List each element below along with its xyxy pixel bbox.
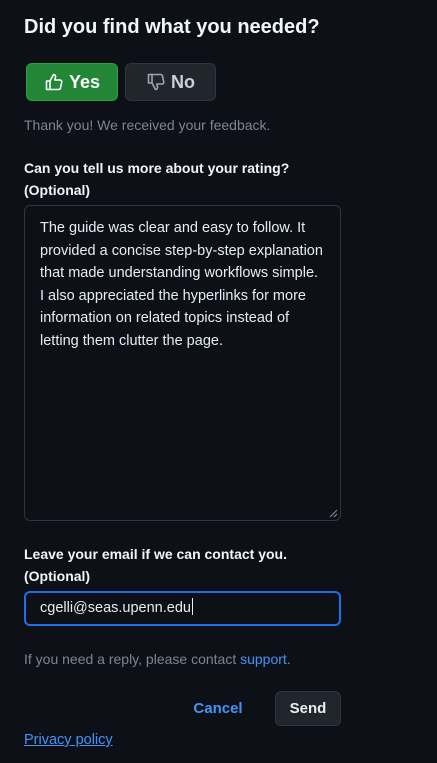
email-input[interactable]: cgelli@seas.upenn.edu — [24, 591, 341, 626]
thumbs-down-icon — [147, 73, 165, 91]
rating-comment-label: Can you tell us more about your rating? … — [24, 157, 289, 201]
feedback-panel: Did you find what you needed? Yes No Tha… — [0, 0, 437, 763]
feedback-title: Did you find what you needed? — [24, 16, 320, 38]
no-label: No — [171, 71, 195, 92]
cancel-button[interactable]: Cancel — [182, 691, 254, 726]
text-caret — [191, 598, 193, 615]
resize-handle-icon[interactable] — [328, 508, 338, 518]
send-button[interactable]: Send — [275, 691, 341, 726]
support-link[interactable]: support — [240, 651, 287, 667]
email-value: cgelli@seas.upenn.edu — [40, 600, 191, 616]
email-optional: (Optional) — [24, 568, 91, 584]
email-label-text: Leave your email if we can contact you. — [24, 546, 287, 562]
rating-comment-label-text: Can you tell us more about your rating? — [24, 160, 290, 176]
thumbs-up-icon — [45, 73, 63, 91]
yes-button[interactable]: Yes — [26, 63, 118, 101]
reply-note-suffix: . — [286, 651, 291, 667]
rating-comment-optional: (Optional) — [24, 182, 91, 198]
no-button[interactable]: No — [125, 63, 216, 101]
thanks-message: Thank you! We received your feedback. — [24, 117, 271, 133]
rating-comment-textarea[interactable]: The guide was clear and easy to follow. … — [24, 205, 341, 521]
reply-note-text: If you need a reply, please contact — [24, 651, 241, 667]
rating-comment-value: The guide was clear and easy to follow. … — [40, 220, 323, 349]
reply-note: If you need a reply, please contact supp… — [24, 651, 291, 667]
privacy-policy-link[interactable]: Privacy policy — [24, 732, 113, 748]
yes-label: Yes — [68, 71, 101, 92]
email-label: Leave your email if we can contact you. … — [24, 543, 287, 587]
